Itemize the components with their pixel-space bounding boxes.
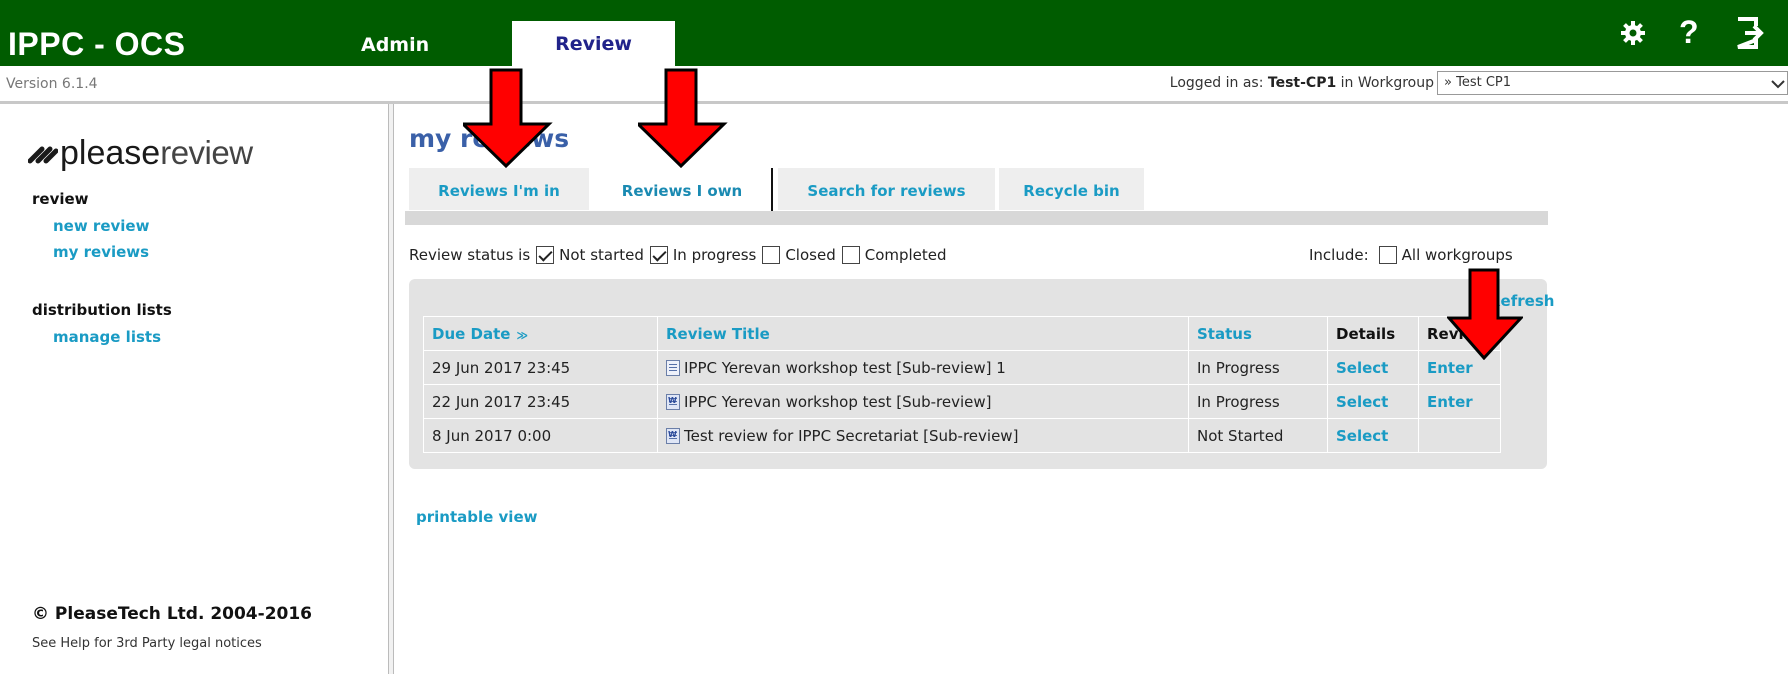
printable-view-link[interactable]: printable view (416, 508, 537, 526)
enter-link[interactable]: Enter (1418, 384, 1501, 419)
sidebar-heading-review: review (32, 190, 89, 208)
tab-reviews-i-own[interactable]: Reviews I own (593, 168, 773, 211)
sidebar-link-my-reviews[interactable]: my reviews (53, 243, 149, 261)
table-header-row: Due Date ≫ Review Title Status Details Re… (423, 316, 1501, 351)
reviews-table: Due Date ≫ Review Title Status Details Re… (423, 316, 1501, 453)
word-document-icon (666, 427, 680, 444)
chevron-down-icon[interactable] (1770, 78, 1786, 90)
cell-review-title: IPPC Yerevan workshop test [Sub-review] … (657, 350, 1189, 385)
logo-review-text: review (160, 134, 253, 171)
select-link[interactable]: Select (1327, 350, 1419, 385)
sidebar-link-manage-lists[interactable]: manage lists (53, 328, 161, 346)
app-title: IPPC - OCS (8, 26, 186, 62)
checkbox-in-progress-label: In progress (672, 246, 757, 264)
checkbox-all-workgroups-label: All workgroups (1401, 246, 1513, 264)
cell-status: In Progress (1188, 350, 1328, 385)
table-row: 22 Jun 2017 23:45 IPPC Yerevan workshop … (423, 384, 1501, 419)
cell-status: Not Started (1188, 418, 1328, 453)
cell-due-date: 22 Jun 2017 23:45 (423, 384, 658, 419)
workgroup-select[interactable]: » Test CP1 (1437, 71, 1788, 95)
logged-in-info: Logged in as: Test-CP1 in Workgroup (1170, 75, 1434, 91)
table-row: 8 Jun 2017 0:00 Test review for IPPC Sec… (423, 418, 1501, 453)
column-header-review-title[interactable]: Review Title (657, 316, 1189, 351)
status-filter-label: Review status is (409, 246, 531, 264)
checkbox-closed-label: Closed (785, 246, 836, 264)
sort-descending-icon[interactable]: ≫ (516, 329, 528, 342)
annotation-arrow-down-icon (1447, 268, 1523, 360)
cell-review-title: Test review for IPPC Secretariat [Sub-re… (657, 418, 1189, 453)
sub-header-bar: Version 6.1.4 Logged in as: Test-CP1 in … (0, 66, 1788, 104)
nav-tab-review[interactable]: Review (512, 21, 675, 66)
checkbox-completed-label: Completed (864, 246, 947, 264)
logged-in-prefix: Logged in as: (1169, 75, 1268, 91)
sidebar-link-new-review[interactable]: new review (53, 217, 149, 235)
status-filter-row: Review status is Not started In progress… (409, 246, 947, 264)
checkbox-not-started[interactable] (536, 246, 555, 264)
top-header-bar: IPPC - OCS Admin Review ? (0, 0, 1788, 66)
pleasereview-logo-mark-icon (27, 146, 59, 164)
cell-review-empty (1418, 418, 1501, 453)
table-row: 29 Jun 2017 23:45 IPPC Yerevan workshop … (423, 350, 1501, 385)
sidebar: pleasereview review new review my review… (0, 104, 390, 674)
workgroup-select-value: » Test CP1 (1444, 75, 1512, 90)
checkbox-not-started-label: Not started (559, 246, 644, 264)
version-label: Version 6.1.4 (6, 76, 98, 92)
logout-icon[interactable] (1734, 17, 1764, 49)
logo-please-text: please (60, 134, 161, 172)
select-link[interactable]: Select (1327, 384, 1419, 419)
column-header-due-date-label: Due Date (432, 324, 511, 343)
cell-due-date: 8 Jun 2017 0:00 (423, 418, 658, 453)
tab-strip-rule (405, 211, 1548, 225)
column-header-status[interactable]: Status (1188, 316, 1328, 351)
logged-in-user: Test-CP1 (1267, 75, 1337, 91)
annotation-arrow-down-icon (463, 68, 553, 168)
tab-search-for-reviews[interactable]: Search for reviews (778, 168, 995, 210)
cell-status: In Progress (1188, 384, 1328, 419)
tab-reviews-im-in[interactable]: Reviews I'm in (409, 168, 589, 210)
annotation-arrow-down-icon (638, 68, 728, 168)
gear-icon[interactable] (1619, 19, 1647, 47)
nav-tab-admin[interactable]: Admin (361, 34, 429, 56)
review-title-text: Test review for IPPC Secretariat [Sub-re… (684, 426, 1019, 445)
cell-review-title: IPPC Yerevan workshop test [Sub-review] (657, 384, 1189, 419)
cell-due-date: 29 Jun 2017 23:45 (423, 350, 658, 385)
help-icon[interactable]: ? (1679, 14, 1699, 51)
column-header-details: Details (1327, 316, 1419, 351)
include-label: Include: (1309, 246, 1369, 264)
sidebar-splitter[interactable] (388, 104, 394, 674)
review-title-text: IPPC Yerevan workshop test [Sub-review] … (684, 358, 1006, 377)
word-document-icon (666, 393, 680, 410)
tab-recycle-bin[interactable]: Recycle bin (999, 168, 1144, 210)
checkbox-in-progress[interactable] (649, 246, 668, 264)
sidebar-heading-distribution-lists: distribution lists (32, 301, 172, 319)
review-title-text: IPPC Yerevan workshop test [Sub-review] (684, 392, 992, 411)
column-header-due-date[interactable]: Due Date ≫ (423, 316, 658, 351)
include-filter-row: Include: All workgroups (1309, 246, 1513, 264)
checkbox-completed[interactable] (841, 246, 860, 264)
workgroup-prefix: in Workgroup (1336, 75, 1434, 91)
pleasereview-logo: pleasereview (27, 134, 253, 173)
copyright-text: © PleaseTech Ltd. 2004-2016 (32, 604, 313, 624)
document-folder-icon (666, 359, 680, 376)
checkbox-all-workgroups[interactable] (1378, 246, 1397, 264)
select-link[interactable]: Select (1327, 418, 1419, 453)
checkbox-closed[interactable] (762, 246, 781, 264)
legal-notice-text: See Help for 3rd Party legal notices (32, 636, 262, 651)
